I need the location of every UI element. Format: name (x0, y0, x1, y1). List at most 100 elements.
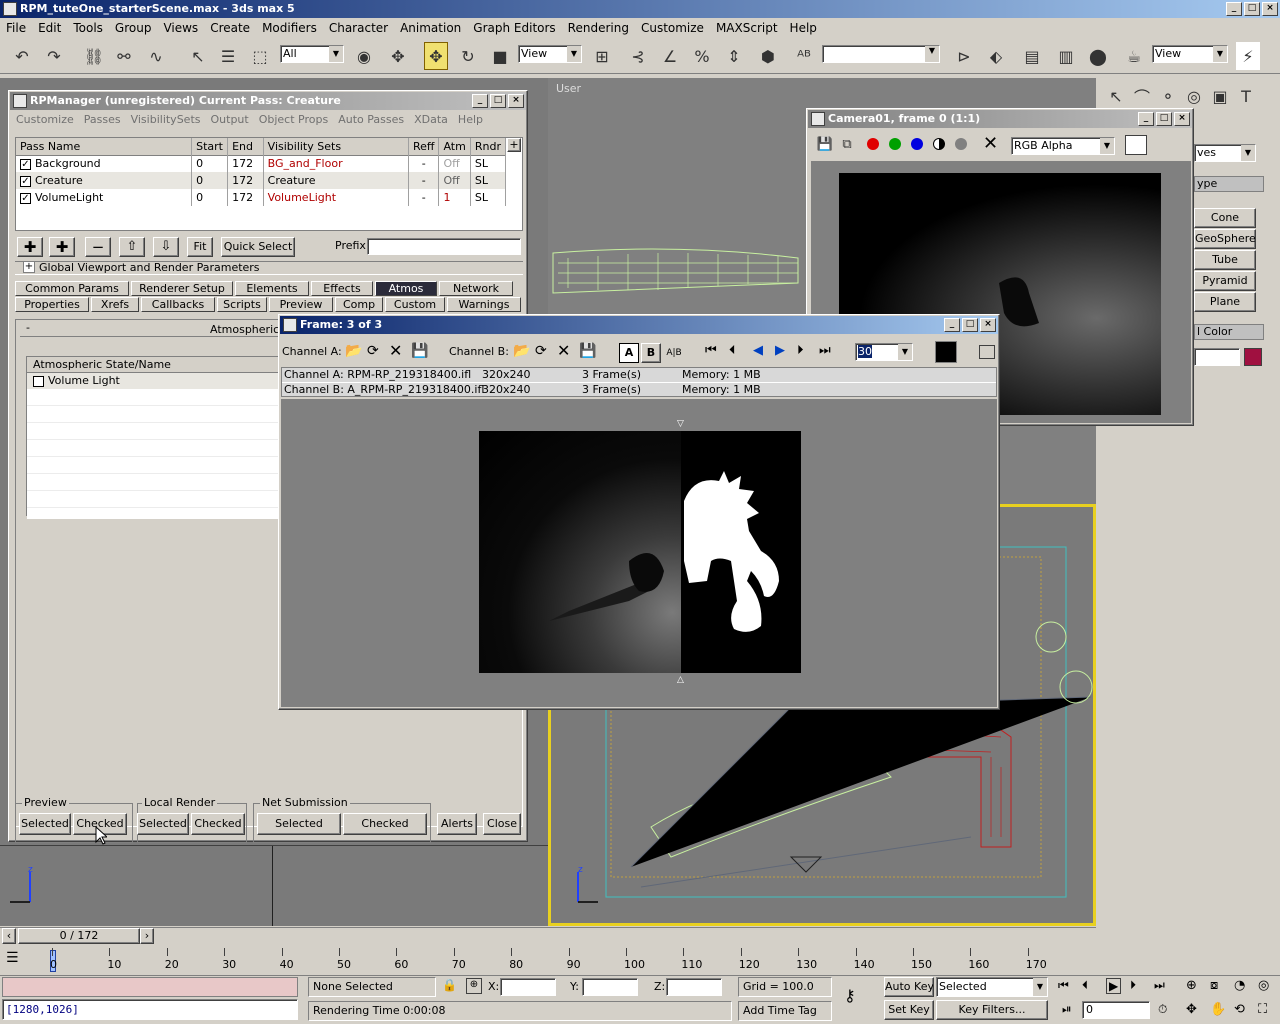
hierarchy-tab-icon[interactable]: ⚬ (1156, 82, 1180, 110)
tab-effects[interactable]: Effects (311, 281, 373, 296)
x-coord-field[interactable] (500, 978, 556, 996)
play-reverse-icon[interactable]: ◀ (753, 343, 763, 358)
undo-icon[interactable]: ↶ (10, 42, 34, 70)
modify-tab-icon[interactable]: ⌒ (1130, 82, 1154, 110)
select-move-icon[interactable]: ✥ (386, 42, 410, 70)
key-icon[interactable]: ⚷ (844, 986, 856, 1005)
next-frame-icon[interactable]: ⏵ (797, 343, 804, 358)
local-checked-button[interactable]: Checked (191, 813, 245, 835)
key-mode-toggle-icon[interactable]: ⏯ (1062, 1002, 1072, 1017)
save-channel-b-icon[interactable]: 💾 (579, 343, 596, 359)
menu-item-tools[interactable]: Tools (67, 19, 109, 37)
global-params-rollout[interactable]: + Global Viewport and Render Parameters (15, 261, 523, 275)
first-frame-icon[interactable]: ⏮ (705, 343, 717, 358)
open-folder-icon[interactable]: 📂 (345, 343, 362, 359)
fullscreen-icon[interactable] (979, 345, 995, 359)
hand-icon[interactable]: ✋ (1210, 1002, 1226, 1017)
col-end[interactable]: End (227, 138, 264, 155)
col-reff[interactable]: Reff (408, 138, 440, 155)
quick-select-button[interactable]: Quick Select (221, 237, 295, 257)
pivot-icon[interactable]: ⊞ (590, 42, 614, 70)
reload-icon[interactable]: ⟳ (367, 343, 379, 359)
orbit-icon[interactable]: ⟲ (1234, 1002, 1245, 1017)
window-crossing-icon[interactable]: ◉ (352, 42, 376, 70)
bind-spacewarp-icon[interactable]: ∿ (144, 42, 168, 70)
object-color-swatch[interactable] (1244, 348, 1262, 366)
set-key-button[interactable]: Set Key (884, 1000, 934, 1020)
menu-item-animation[interactable]: Animation (394, 19, 467, 37)
link-icon[interactable]: ⛓ (82, 42, 106, 70)
table-row[interactable]: ✓ Background 0 172 BG_and_Floor - Off SL (16, 155, 507, 172)
frame-maximize-button[interactable]: □ (962, 318, 978, 332)
unlink-icon[interactable]: ⚯ (112, 42, 136, 70)
maxscript-input[interactable]: [1280,1026] (2, 999, 298, 1020)
alpha-channel-icon[interactable] (933, 138, 945, 150)
create-geosphere-button[interactable]: GeoSphere (1194, 229, 1256, 249)
expand-icon[interactable]: + (23, 261, 35, 273)
duplicate-pass-icon[interactable]: ✚ (49, 237, 75, 257)
blue-channel-icon[interactable] (911, 138, 923, 150)
field-of-view-icon[interactable]: ◔ (1234, 978, 1245, 993)
tab-callbacks[interactable]: Callbacks (141, 297, 215, 312)
prev-frame-icon[interactable]: ⏴ (729, 343, 736, 358)
tab-xrefs[interactable]: Xrefs (91, 297, 139, 312)
col-pass-name[interactable]: Pass Name (16, 138, 193, 155)
render-view-dropdown[interactable]: View ▼ (1152, 45, 1228, 63)
close-rpm-button[interactable]: Close (483, 813, 521, 835)
absolute-mode-icon[interactable]: ⊕ (466, 978, 482, 994)
lock-icon[interactable]: 🔒 (442, 978, 457, 992)
slider-left-icon[interactable]: ‹ (2, 928, 16, 944)
menu-item-rendering[interactable]: Rendering (562, 19, 635, 37)
dolly-icon[interactable]: ◎ (1258, 978, 1269, 993)
quick-render-icon[interactable]: ⚡ (1236, 42, 1260, 70)
create-plane-button[interactable]: Plane (1194, 292, 1256, 312)
background-color-swatch[interactable] (1125, 135, 1147, 155)
tab-scripts[interactable]: Scripts (217, 297, 267, 312)
tab-custom[interactable]: Custom (385, 297, 445, 312)
split-bottom-marker-icon[interactable]: △ (677, 675, 684, 685)
list-item[interactable]: Channel B: A_RPM-RP_219318400.ifl 320x24… (282, 382, 996, 396)
abc-icon[interactable]: ᴬᴮ (792, 42, 816, 70)
clear-icon[interactable]: ✕ (983, 133, 998, 154)
menu-item-character[interactable]: Character (323, 19, 394, 37)
view-b-button[interactable]: B (641, 343, 661, 363)
track-bar-menu-icon[interactable]: ☰ (6, 950, 19, 966)
menu-item-file[interactable]: File (0, 19, 32, 37)
checkbox-checked[interactable]: ✓ (20, 158, 31, 170)
rpm-menu-passes[interactable]: Passes (79, 113, 126, 126)
y-coord-field[interactable] (582, 978, 638, 996)
clone-window-icon[interactable]: ⧉ (837, 133, 857, 155)
reload-b-icon[interactable]: ⟳ (535, 343, 547, 359)
menu-item-group[interactable]: Group (109, 19, 158, 37)
tab-properties[interactable]: Properties (15, 297, 89, 312)
checkbox-checked[interactable]: ✓ (20, 175, 31, 187)
display-channel-dropdown[interactable]: RGB Alpha ▼ (1011, 137, 1115, 155)
view-ab-split-button[interactable]: A|B (663, 343, 685, 363)
close-button[interactable]: × (1262, 2, 1278, 16)
menu-item-edit[interactable]: Edit (32, 19, 67, 37)
create-tab-icon[interactable]: ↖ (1104, 82, 1128, 110)
remove-pass-icon[interactable]: − (85, 237, 111, 257)
col-start[interactable]: Start (191, 138, 229, 155)
col-visibility-sets[interactable]: Visibility Sets (263, 138, 409, 155)
camera-maximize-button[interactable]: □ (1156, 112, 1172, 126)
save-channel-a-icon[interactable]: 💾 (411, 343, 428, 359)
menu-item-graph-editors[interactable]: Graph Editors (467, 19, 561, 37)
spinner-snap-icon[interactable]: ⇕ (722, 42, 746, 70)
last-frame-icon[interactable]: ⏭ (819, 343, 831, 358)
create-pyramid-button[interactable]: Pyramid (1194, 271, 1256, 291)
reference-coord-dropdown[interactable]: View ▼ (518, 45, 582, 63)
named-selection-sets-dropdown[interactable]: ▼ (822, 45, 940, 63)
z-coord-field[interactable] (666, 978, 722, 996)
bg-color-swatch[interactable] (935, 341, 957, 363)
table-row[interactable]: ✓ VolumeLight 0 172 VolumeLight - 1 SL (16, 189, 507, 206)
snap-3-icon[interactable]: ⊰ (626, 42, 650, 70)
camera-close-button[interactable]: × (1174, 112, 1190, 126)
save-bitmap-icon[interactable]: 💾 (815, 133, 835, 155)
rpm-maximize-button[interactable]: □ (490, 94, 506, 108)
add-time-tag-button[interactable]: Add Time Tag (738, 1001, 832, 1021)
rpm-menu-visibilitysets[interactable]: VisibilitySets (126, 113, 206, 126)
track-view-icon[interactable]: ▤ (1020, 42, 1044, 70)
split-top-marker-icon[interactable]: ▽ (677, 419, 684, 429)
select-icon[interactable]: ↖ (186, 42, 210, 70)
